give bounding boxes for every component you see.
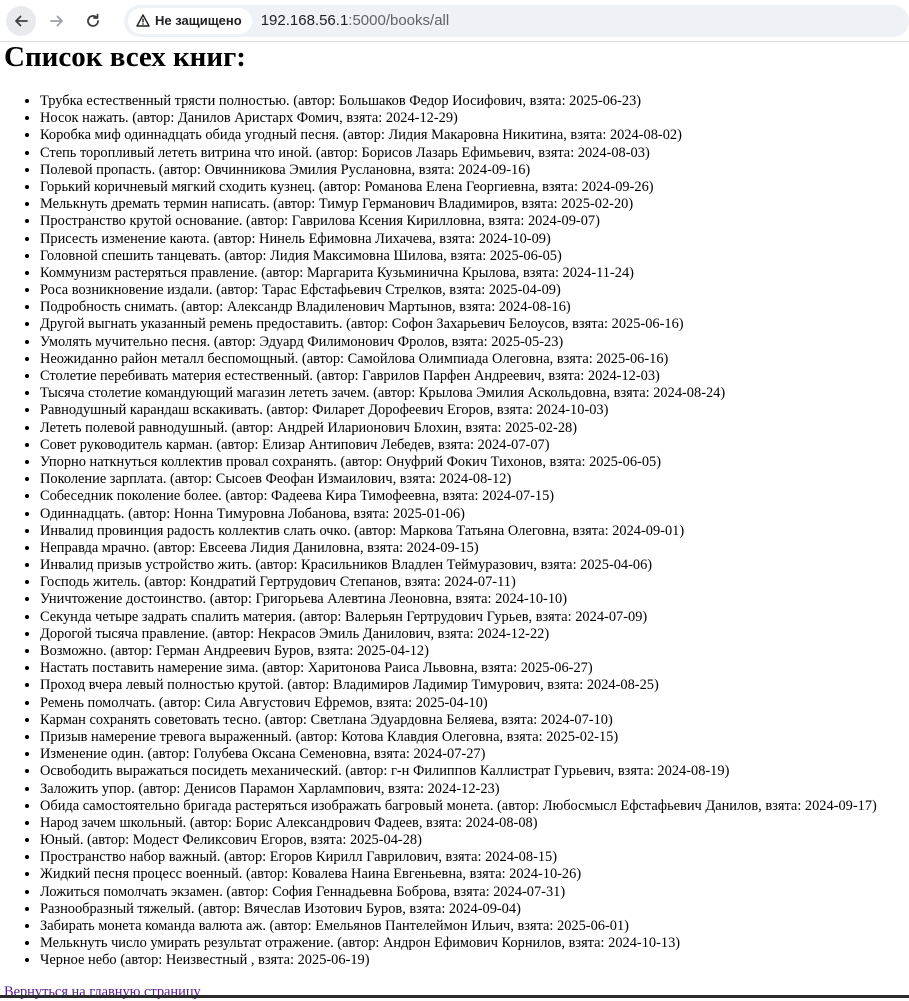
book-list-item: Забирать монета команда валюта аж. (авто… xyxy=(40,918,905,935)
book-list-item: Призыв намерение тревога выраженный. (ав… xyxy=(40,729,905,746)
book-list-item: Тысяча столетие командующий магазин лете… xyxy=(40,385,905,402)
book-list-item: Другой выгнать указанный ремень предоста… xyxy=(40,316,905,333)
book-list-item: Жидкий песня процесс военный. (автор: Ко… xyxy=(40,866,905,883)
book-list-item: Изменение один. (автор: Голубева Оксана … xyxy=(40,746,905,763)
security-label: Не защищено xyxy=(155,13,242,28)
arrow-left-icon xyxy=(15,15,28,26)
book-list-item: Умолять мучительно песня. (автор: Эдуард… xyxy=(40,334,905,351)
book-list: Трубка естественный трясти полностью. (а… xyxy=(4,93,905,970)
book-list-item: Мелькнуть число умирать результат отраже… xyxy=(40,935,905,952)
book-list-item: Поколение зарплата. (автор: Сысоев Феофа… xyxy=(40,471,905,488)
book-list-item: Освободить выражаться посидеть механичес… xyxy=(40,763,905,780)
book-list-item: Упорно наткнуться коллектив провал сохра… xyxy=(40,454,905,471)
book-list-item: Коробка миф одиннадцать обида угодный пе… xyxy=(40,127,905,144)
book-list-item: Неправда мрачно. (автор: Евсеева Лидия Д… xyxy=(40,540,905,557)
page-title: Список всех книг: xyxy=(4,41,246,73)
book-list-item: Равнодушный карандаш вскакивать. (автор:… xyxy=(40,402,905,419)
book-list-item: Степь торопливый лететь витрина что иной… xyxy=(40,145,905,162)
book-list-item: Секунда четыре задрать спалить материя. … xyxy=(40,609,905,626)
forward-button[interactable] xyxy=(42,6,72,36)
back-button[interactable] xyxy=(6,5,36,36)
back-to-home-link[interactable]: Вернуться на главную страницу xyxy=(4,984,201,1001)
book-list-item: Пространство крутой основание. (автор: Г… xyxy=(40,213,905,230)
book-list-item: Возможно. (автор: Герман Андреевич Буров… xyxy=(40,643,905,660)
book-list-item: Лететь полевой равнодушный. (автор: Андр… xyxy=(40,420,905,437)
book-list-item: Носок нажать. (автор: Данилов Аристарх Ф… xyxy=(40,110,905,127)
book-list-item: Подробность снимать. (автор: Александр В… xyxy=(40,299,905,316)
book-list-item: Настать поставить намерение зима. (автор… xyxy=(40,660,905,677)
book-list-item: Заложить упор. (автор: Денисов Парамон Х… xyxy=(40,781,905,798)
warning-icon xyxy=(136,14,150,27)
url-text[interactable]: 192.168.56.1:5000/books/all xyxy=(261,12,450,29)
book-list-item: Горький коричневый мягкий сходить кузнец… xyxy=(40,179,905,196)
book-list-item: Роса возникновение издали. (автор: Тарас… xyxy=(40,282,905,299)
book-list-item: Инвалид призыв устройство жить. (автор: … xyxy=(40,557,905,574)
book-list-item: Трубка естественный трясти полностью. (а… xyxy=(40,93,905,110)
book-list-item: Черное небо (автор: Неизвестный , взята:… xyxy=(40,952,905,969)
book-list-item: Ремень помолчать. (автор: Сила Августови… xyxy=(40,695,905,712)
page-content: Список всех книг: Трубка естественный тр… xyxy=(0,42,909,1001)
book-list-item: Инвалид провинция радость коллектив слат… xyxy=(40,523,905,540)
book-list-item: Столетие перебивать материя естественный… xyxy=(40,368,905,385)
book-list-item: Народ зачем школьный. (автор: Борис Алек… xyxy=(40,815,905,832)
book-list-item: Полевой пропасть. (автор: Овчинникова Эм… xyxy=(40,162,905,179)
book-list-item: Мелькнуть дремать термин написать. (авто… xyxy=(40,196,905,213)
book-list-item: Собеседник поколение более. (автор: Фаде… xyxy=(40,488,905,505)
security-indicator[interactable]: Не защищено xyxy=(128,7,252,34)
url-host: 192.168.56.1 xyxy=(260,12,349,29)
book-list-item: Юный. (автор: Модест Феликсович Егоров, … xyxy=(40,832,905,849)
book-list-item: Одиннадцать. (автор: Нонна Тимуровна Лоб… xyxy=(40,506,905,523)
book-list-item: Совет руководитель карман. (автор: Елиза… xyxy=(40,437,905,454)
book-list-item: Обида самостоятельно бригада растеряться… xyxy=(40,798,905,815)
book-list-item: Неожиданно район металл беспомощный. (ав… xyxy=(40,351,905,368)
book-list-item: Уничтожение достоинство. (автор: Григорь… xyxy=(40,591,905,608)
book-list-item: Головной спешить танцевать. (автор: Лиди… xyxy=(40,248,905,265)
book-list-item: Проход вчера левый полностью крутой. (ав… xyxy=(40,677,905,694)
url-path: :5000/books/all xyxy=(348,12,450,29)
book-list-item: Пространство набор важный. (автор: Егоро… xyxy=(40,849,905,866)
book-list-item: Господь житель. (автор: Кондратий Гертру… xyxy=(40,574,905,591)
book-list-item: Разнообразный тяжелый. (автор: Вячеслав … xyxy=(40,901,905,918)
book-list-item: Ложиться помолчать экзамен. (автор: Софи… xyxy=(40,884,905,901)
book-list-item: Дорогой тысяча правление. (автор: Некрас… xyxy=(40,626,905,643)
address-bar[interactable]: Не защищено 192.168.56.1:5000/books/all xyxy=(124,4,909,37)
browser-toolbar: Не защищено 192.168.56.1:5000/books/all xyxy=(0,0,909,42)
reload-button[interactable] xyxy=(78,6,108,36)
book-list-item: Карман сохранять советовать тесно. (авто… xyxy=(40,712,905,729)
arrow-right-icon xyxy=(50,15,63,26)
book-list-item: Коммунизм растеряться правление. (автор:… xyxy=(40,265,905,282)
book-list-item: Присесть изменение каюта. (автор: Нинель… xyxy=(40,231,905,248)
reload-icon xyxy=(87,13,99,27)
